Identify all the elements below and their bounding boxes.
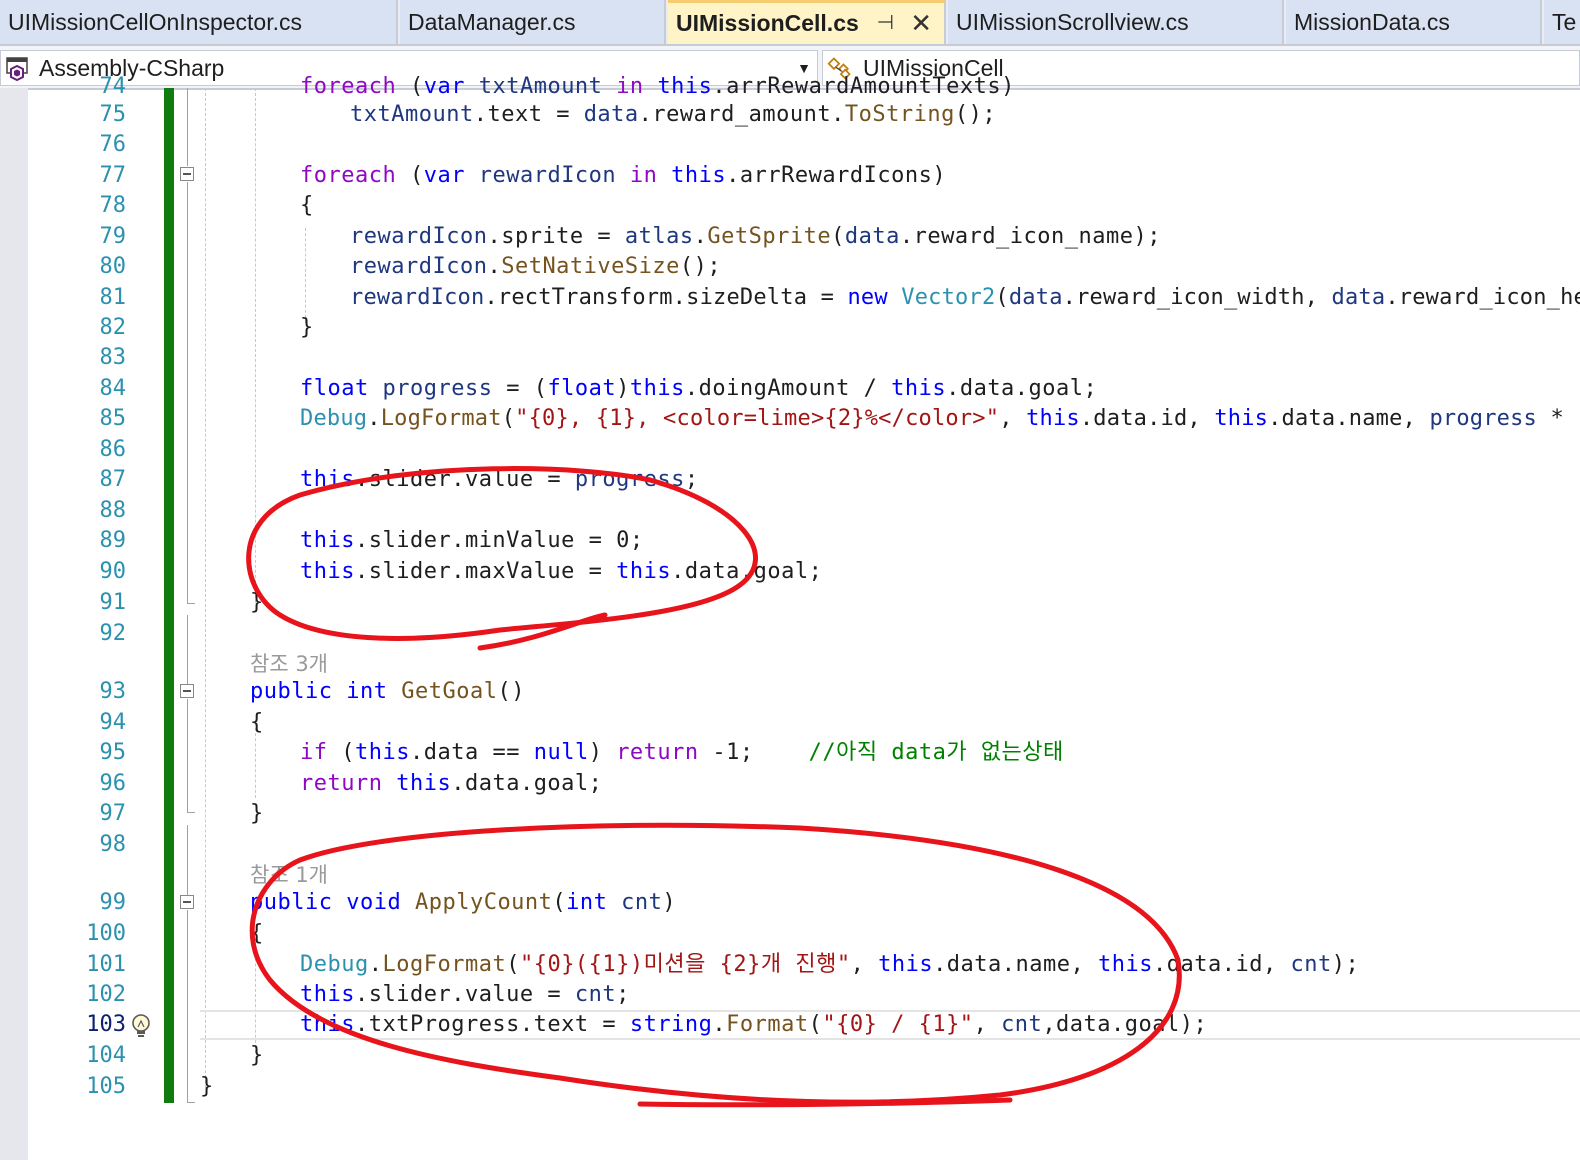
line-number: 100 (86, 921, 126, 946)
line-number: 89 (99, 528, 127, 553)
line-number: 80 (99, 254, 127, 279)
code-line[interactable]: float progress = (float)this.doingAmount… (300, 374, 1097, 404)
tab-datamanager[interactable]: DataManager.cs (400, 0, 666, 44)
tab-label: UIMissionCell.cs (676, 10, 859, 36)
indicator-margin (0, 88, 28, 1160)
line-number: 79 (99, 224, 127, 249)
code-line[interactable]: { (300, 191, 314, 221)
tab-uimissionscrollview[interactable]: UIMissionScrollview.cs (948, 0, 1284, 44)
line-number: 96 (99, 771, 127, 796)
outline-line (187, 825, 188, 895)
tab-label: Te (1552, 9, 1577, 35)
outline-line (187, 88, 188, 166)
line-number: 90 (99, 559, 127, 584)
ide-window: UIMissionCellOnInspector.cs DataManager.… (0, 0, 1580, 1160)
line-number: 75 (99, 102, 127, 127)
pin-icon[interactable]: ⊣ (877, 3, 894, 43)
outline-line (187, 699, 188, 813)
line-number: 91 (99, 590, 127, 615)
collapse-icon[interactable] (180, 684, 194, 698)
tab-label: MissionData.cs (1294, 9, 1450, 35)
line-number: 82 (99, 315, 127, 340)
outline-line (187, 910, 188, 1103)
line-number: 85 (99, 406, 127, 431)
code-line[interactable]: rewardIcon.SetNativeSize(); (350, 252, 721, 282)
line-number: 104 (86, 1043, 126, 1068)
close-icon[interactable]: ✕ (910, 3, 932, 43)
code-line[interactable]: this.slider.minValue = 0; (300, 526, 644, 556)
code-line[interactable]: this.slider.maxValue = this.data.goal; (300, 557, 822, 587)
code-editor[interactable]: 74 75 76 77 78 79 80 81 82 83 84 85 86 8… (0, 74, 1580, 1160)
code-line[interactable]: Debug.LogFormat("{0}({1})미션을 {2}개 진행", t… (300, 950, 1359, 980)
code-line[interactable]: foreach (var txtAmount in this.arrReward… (300, 72, 1015, 102)
line-number: 94 (99, 710, 127, 735)
code-line[interactable]: foreach (var rewardIcon in this.arrRewar… (300, 161, 946, 191)
line-number: 87 (99, 467, 127, 492)
indent-guide (205, 88, 206, 1088)
code-lens-references[interactable]: 참조 3개 (250, 648, 328, 678)
indent-guide (255, 88, 256, 603)
line-number: 93 (99, 679, 127, 704)
tab-overflow[interactable]: Te (1544, 0, 1580, 44)
document-tab-bar: UIMissionCellOnInspector.cs DataManager.… (0, 0, 1580, 46)
code-line[interactable]: { (250, 919, 264, 949)
collapse-icon[interactable] (180, 167, 194, 181)
tab-label: DataManager.cs (408, 9, 576, 35)
code-line[interactable]: return this.data.goal; (300, 769, 602, 799)
code-line[interactable]: this.slider.value = cnt; (300, 980, 630, 1010)
line-number: 97 (99, 801, 127, 826)
outline-end (187, 603, 195, 604)
code-line[interactable]: rewardIcon.rectTransform.sizeDelta = new… (350, 283, 1580, 313)
line-number: 98 (99, 832, 127, 857)
collapse-icon[interactable] (180, 895, 194, 909)
code-line[interactable]: } (250, 799, 264, 829)
line-number: 95 (99, 740, 127, 765)
code-line[interactable]: { (250, 708, 264, 738)
tab-label: UIMissionCellOnInspector.cs (8, 9, 302, 35)
line-number: 83 (99, 345, 127, 370)
line-number: 86 (99, 437, 127, 462)
code-lens-references[interactable]: 참조 1개 (250, 859, 328, 889)
line-number: 102 (86, 982, 126, 1007)
line-number: 81 (99, 285, 127, 310)
code-line-current[interactable]: this.txtProgress.text = string.Format("{… (300, 1010, 1207, 1040)
code-line[interactable]: rewardIcon.sprite = atlas.GetSprite(data… (350, 222, 1161, 252)
change-tracking-bar (164, 88, 174, 1103)
line-number: 105 (86, 1074, 126, 1099)
code-line[interactable]: } (300, 313, 314, 343)
line-number: 101 (86, 952, 126, 977)
outline-end (187, 1102, 195, 1103)
code-line[interactable]: if (this.data == null) return -1; //아직 d… (300, 738, 1064, 768)
line-number: 88 (99, 498, 127, 523)
code-line[interactable]: this.slider.value = progress; (300, 465, 699, 495)
code-line[interactable]: Debug.LogFormat("{0}, {1}, <color=lime>{… (300, 404, 1580, 434)
code-line[interactable]: public int GetGoal() (250, 677, 525, 707)
line-number: 74 (99, 74, 127, 99)
outline-line (187, 182, 188, 604)
csharp-project-icon (6, 57, 28, 81)
line-number: 99 (99, 890, 127, 915)
indent-guide (305, 228, 306, 323)
tab-uimissioncellinspector[interactable]: UIMissionCellOnInspector.cs (0, 0, 398, 44)
code-line[interactable]: txtAmount.text = data.reward_amount.ToSt… (350, 100, 996, 130)
outline-line (187, 615, 188, 685)
lightbulb-icon[interactable] (130, 1013, 152, 1039)
indent-guide (255, 728, 256, 798)
tab-label: UIMissionScrollview.cs (956, 9, 1189, 35)
tab-uimissioncell[interactable]: UIMissionCell.cs ⊣ ✕ (668, 0, 946, 44)
code-line[interactable]: public void ApplyCount(int cnt) (250, 888, 676, 918)
code-line[interactable]: } (200, 1072, 214, 1102)
line-number: 76 (99, 132, 127, 157)
line-number: 84 (99, 376, 127, 401)
line-number: 78 (99, 193, 127, 218)
outline-end (187, 812, 195, 813)
tab-missiondata[interactable]: MissionData.cs (1286, 0, 1542, 44)
line-number-current: 103 (86, 1012, 126, 1037)
code-line[interactable]: } (250, 588, 264, 618)
code-line[interactable]: } (250, 1041, 264, 1071)
line-number: 77 (99, 163, 127, 188)
line-number: 92 (99, 621, 127, 646)
